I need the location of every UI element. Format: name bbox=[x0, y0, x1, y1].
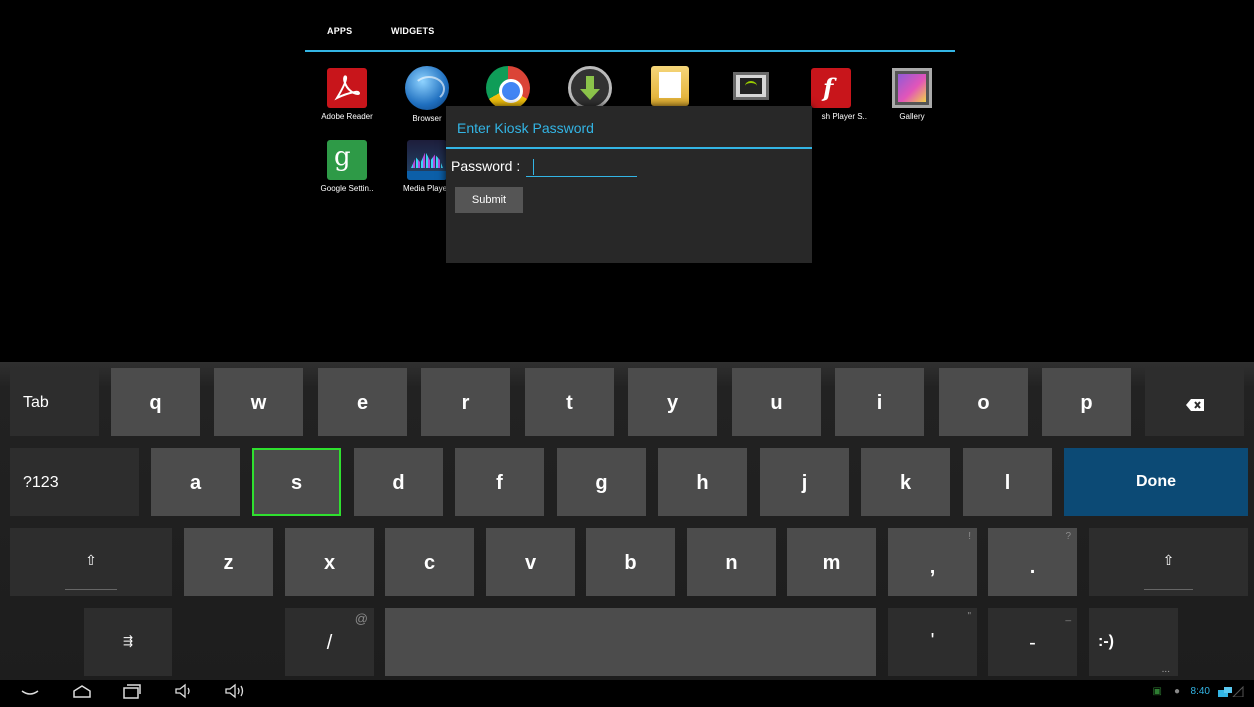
key-i[interactable]: i bbox=[835, 368, 924, 436]
key-n[interactable]: n bbox=[687, 528, 776, 596]
app-chrome[interactable] bbox=[468, 66, 548, 110]
key-c[interactable]: c bbox=[385, 528, 474, 596]
key-s[interactable]: s bbox=[252, 448, 341, 516]
recent-apps-icon[interactable] bbox=[122, 683, 142, 704]
key-dash[interactable]: _ - bbox=[988, 608, 1077, 676]
notification-icon[interactable]: ▣ bbox=[1153, 686, 1162, 697]
chrome-icon bbox=[486, 66, 530, 110]
key-smiley[interactable]: :-) ... bbox=[1089, 608, 1178, 676]
key-backspace[interactable] bbox=[1145, 368, 1244, 436]
app-label: Google Settin.. bbox=[320, 184, 374, 193]
key-space[interactable] bbox=[385, 608, 876, 676]
key-a[interactable]: a bbox=[151, 448, 240, 516]
key-u[interactable]: u bbox=[732, 368, 821, 436]
volume-down-icon[interactable] bbox=[174, 683, 194, 704]
password-label: Password : bbox=[451, 158, 521, 174]
key-z[interactable]: z bbox=[184, 528, 273, 596]
key-comma[interactable]: ! , bbox=[888, 528, 977, 596]
submit-button[interactable]: Submit bbox=[455, 187, 523, 213]
media-player-icon bbox=[407, 140, 447, 180]
keyboard-settings-icon: ⇶ bbox=[122, 634, 134, 648]
key-q[interactable]: q bbox=[111, 368, 200, 436]
usb-icon: ● bbox=[1173, 686, 1180, 697]
key-v[interactable]: v bbox=[486, 528, 575, 596]
gallery-icon bbox=[892, 68, 932, 108]
key-keyboard-settings[interactable]: ⇶ bbox=[84, 608, 172, 676]
key-slash[interactable]: @ / bbox=[285, 608, 374, 676]
home-icon[interactable] bbox=[72, 683, 92, 704]
tab-widgets[interactable]: WIDGETS bbox=[391, 26, 434, 36]
app-label: Gallery bbox=[899, 112, 925, 121]
key-t[interactable]: t bbox=[525, 368, 614, 436]
key-b[interactable]: b bbox=[586, 528, 675, 596]
app-adobe-reader[interactable]: Adobe Reader bbox=[307, 66, 387, 121]
system-navigation-bar: ▣ ● 8:40 bbox=[0, 680, 1254, 707]
app-gallery[interactable]: Gallery bbox=[872, 66, 952, 121]
on-screen-keyboard: Tab q w e r t y u i o p ?123 a s d f g h… bbox=[0, 362, 1254, 680]
key-symbols[interactable]: ?123 bbox=[10, 448, 139, 516]
flash-player-icon: f bbox=[811, 68, 851, 108]
network-signal-icon bbox=[1218, 685, 1244, 700]
app-file-manager[interactable] bbox=[630, 66, 710, 106]
key-r[interactable]: r bbox=[421, 368, 510, 436]
key-e[interactable]: e bbox=[318, 368, 407, 436]
kiosk-password-dialog: Enter Kiosk Password Password : Submit bbox=[446, 106, 812, 263]
app-label: Adobe Reader bbox=[321, 112, 373, 121]
key-tab[interactable]: Tab bbox=[10, 368, 99, 436]
key-m[interactable]: m bbox=[787, 528, 876, 596]
app-downloads[interactable] bbox=[550, 66, 630, 110]
downloads-icon bbox=[568, 66, 612, 110]
backspace-icon bbox=[1145, 394, 1244, 417]
app-google-settings[interactable]: g Google Settin.. bbox=[307, 138, 387, 193]
key-f[interactable]: f bbox=[455, 448, 544, 516]
key-apostrophe[interactable]: " ' bbox=[888, 608, 977, 676]
file-manager-icon bbox=[651, 66, 689, 106]
shift-icon: ⇧ bbox=[85, 552, 97, 568]
key-shift-left[interactable]: ⇧ bbox=[10, 528, 172, 596]
volume-up-icon[interactable] bbox=[224, 683, 246, 704]
done-button[interactable]: Done bbox=[1064, 448, 1248, 516]
dialog-divider bbox=[446, 147, 812, 149]
status-clock: 8:40 bbox=[1190, 686, 1210, 697]
back-icon[interactable] bbox=[20, 683, 40, 704]
browser-globe-icon bbox=[405, 66, 449, 110]
key-w[interactable]: w bbox=[214, 368, 303, 436]
shift-icon: ⇧ bbox=[1162, 552, 1175, 568]
password-input[interactable] bbox=[526, 157, 637, 177]
google-settings-icon: g bbox=[327, 140, 367, 180]
screen-cast-icon bbox=[733, 72, 769, 100]
app-drawer-tabs: APPS WIDGETS bbox=[305, 0, 955, 52]
key-g[interactable]: g bbox=[557, 448, 646, 516]
key-y[interactable]: y bbox=[628, 368, 717, 436]
key-k[interactable]: k bbox=[861, 448, 950, 516]
key-p[interactable]: p bbox=[1042, 368, 1131, 436]
key-l[interactable]: l bbox=[963, 448, 1052, 516]
key-d[interactable]: d bbox=[354, 448, 443, 516]
key-period[interactable]: ? . bbox=[988, 528, 1077, 596]
key-x[interactable]: x bbox=[285, 528, 374, 596]
app-screen-cast[interactable] bbox=[711, 66, 791, 100]
text-cursor bbox=[533, 159, 534, 175]
key-j[interactable]: j bbox=[760, 448, 849, 516]
adobe-reader-icon bbox=[327, 68, 367, 108]
key-o[interactable]: o bbox=[939, 368, 1028, 436]
dialog-title: Enter Kiosk Password bbox=[457, 120, 594, 136]
key-shift-right[interactable]: ⇧ bbox=[1089, 528, 1248, 596]
key-h[interactable]: h bbox=[658, 448, 747, 516]
tab-apps[interactable]: APPS bbox=[327, 26, 352, 36]
